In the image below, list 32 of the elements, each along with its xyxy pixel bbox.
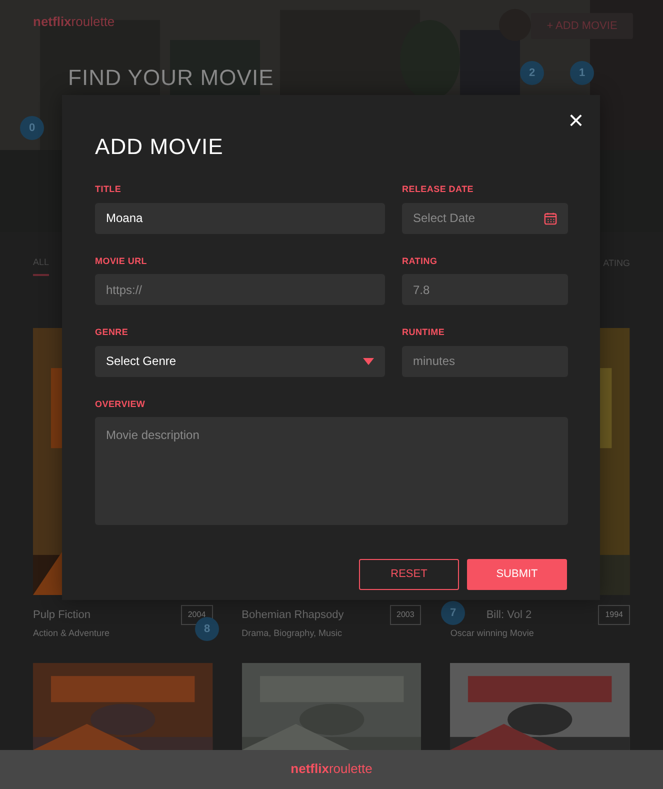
dialog-title: ADD MOVIE [95,133,224,161]
hero-title: FIND YOUR MOVIE [68,65,274,90]
field-label: RELEASE DATE [402,183,475,196]
field-label: GENRE [95,326,130,339]
field-label: TITLE [95,183,122,196]
date-field[interactable]: Select Date [402,202,568,234]
genre-select[interactable]: Select Genre [95,346,385,376]
step-badge: 8 [195,617,219,641]
logo: netflixroulette [33,13,115,31]
movie-genre: Oscar winning Movie [450,627,534,640]
movie-title: Bohemian Rhapsody [242,608,344,623]
text-field[interactable]: https:// [95,274,385,305]
dropdown-triangle-icon [363,358,374,364]
calendar-icon [544,212,557,224]
description-field[interactable]: Movie description [95,417,568,525]
year-tag: 2003 [390,605,422,625]
movie-genre: Drama, Biography, Music [242,627,342,640]
field-label: MOVIE URL [95,254,148,268]
text-field[interactable]: minutes [402,346,568,376]
text-field[interactable]: Moana [95,202,385,234]
year-tag: 1994 [598,605,630,625]
reset-button[interactable]: RESET [359,559,459,590]
movie-title: Bill: Vol 2 [486,608,532,623]
submit-button[interactable]: SUBMIT [467,559,567,590]
field-label: RUNTIME [402,326,446,339]
movie-genre: Action & Adventure [33,627,110,640]
field-label: OVERVIEW [95,398,146,410]
text-field[interactable]: 7.8 [402,274,568,305]
logo: netflixroulette [290,760,372,778]
movie-title: Pulp Fiction [33,608,90,623]
close-button[interactable]: × [566,109,586,131]
field-label: RATING [402,254,438,268]
